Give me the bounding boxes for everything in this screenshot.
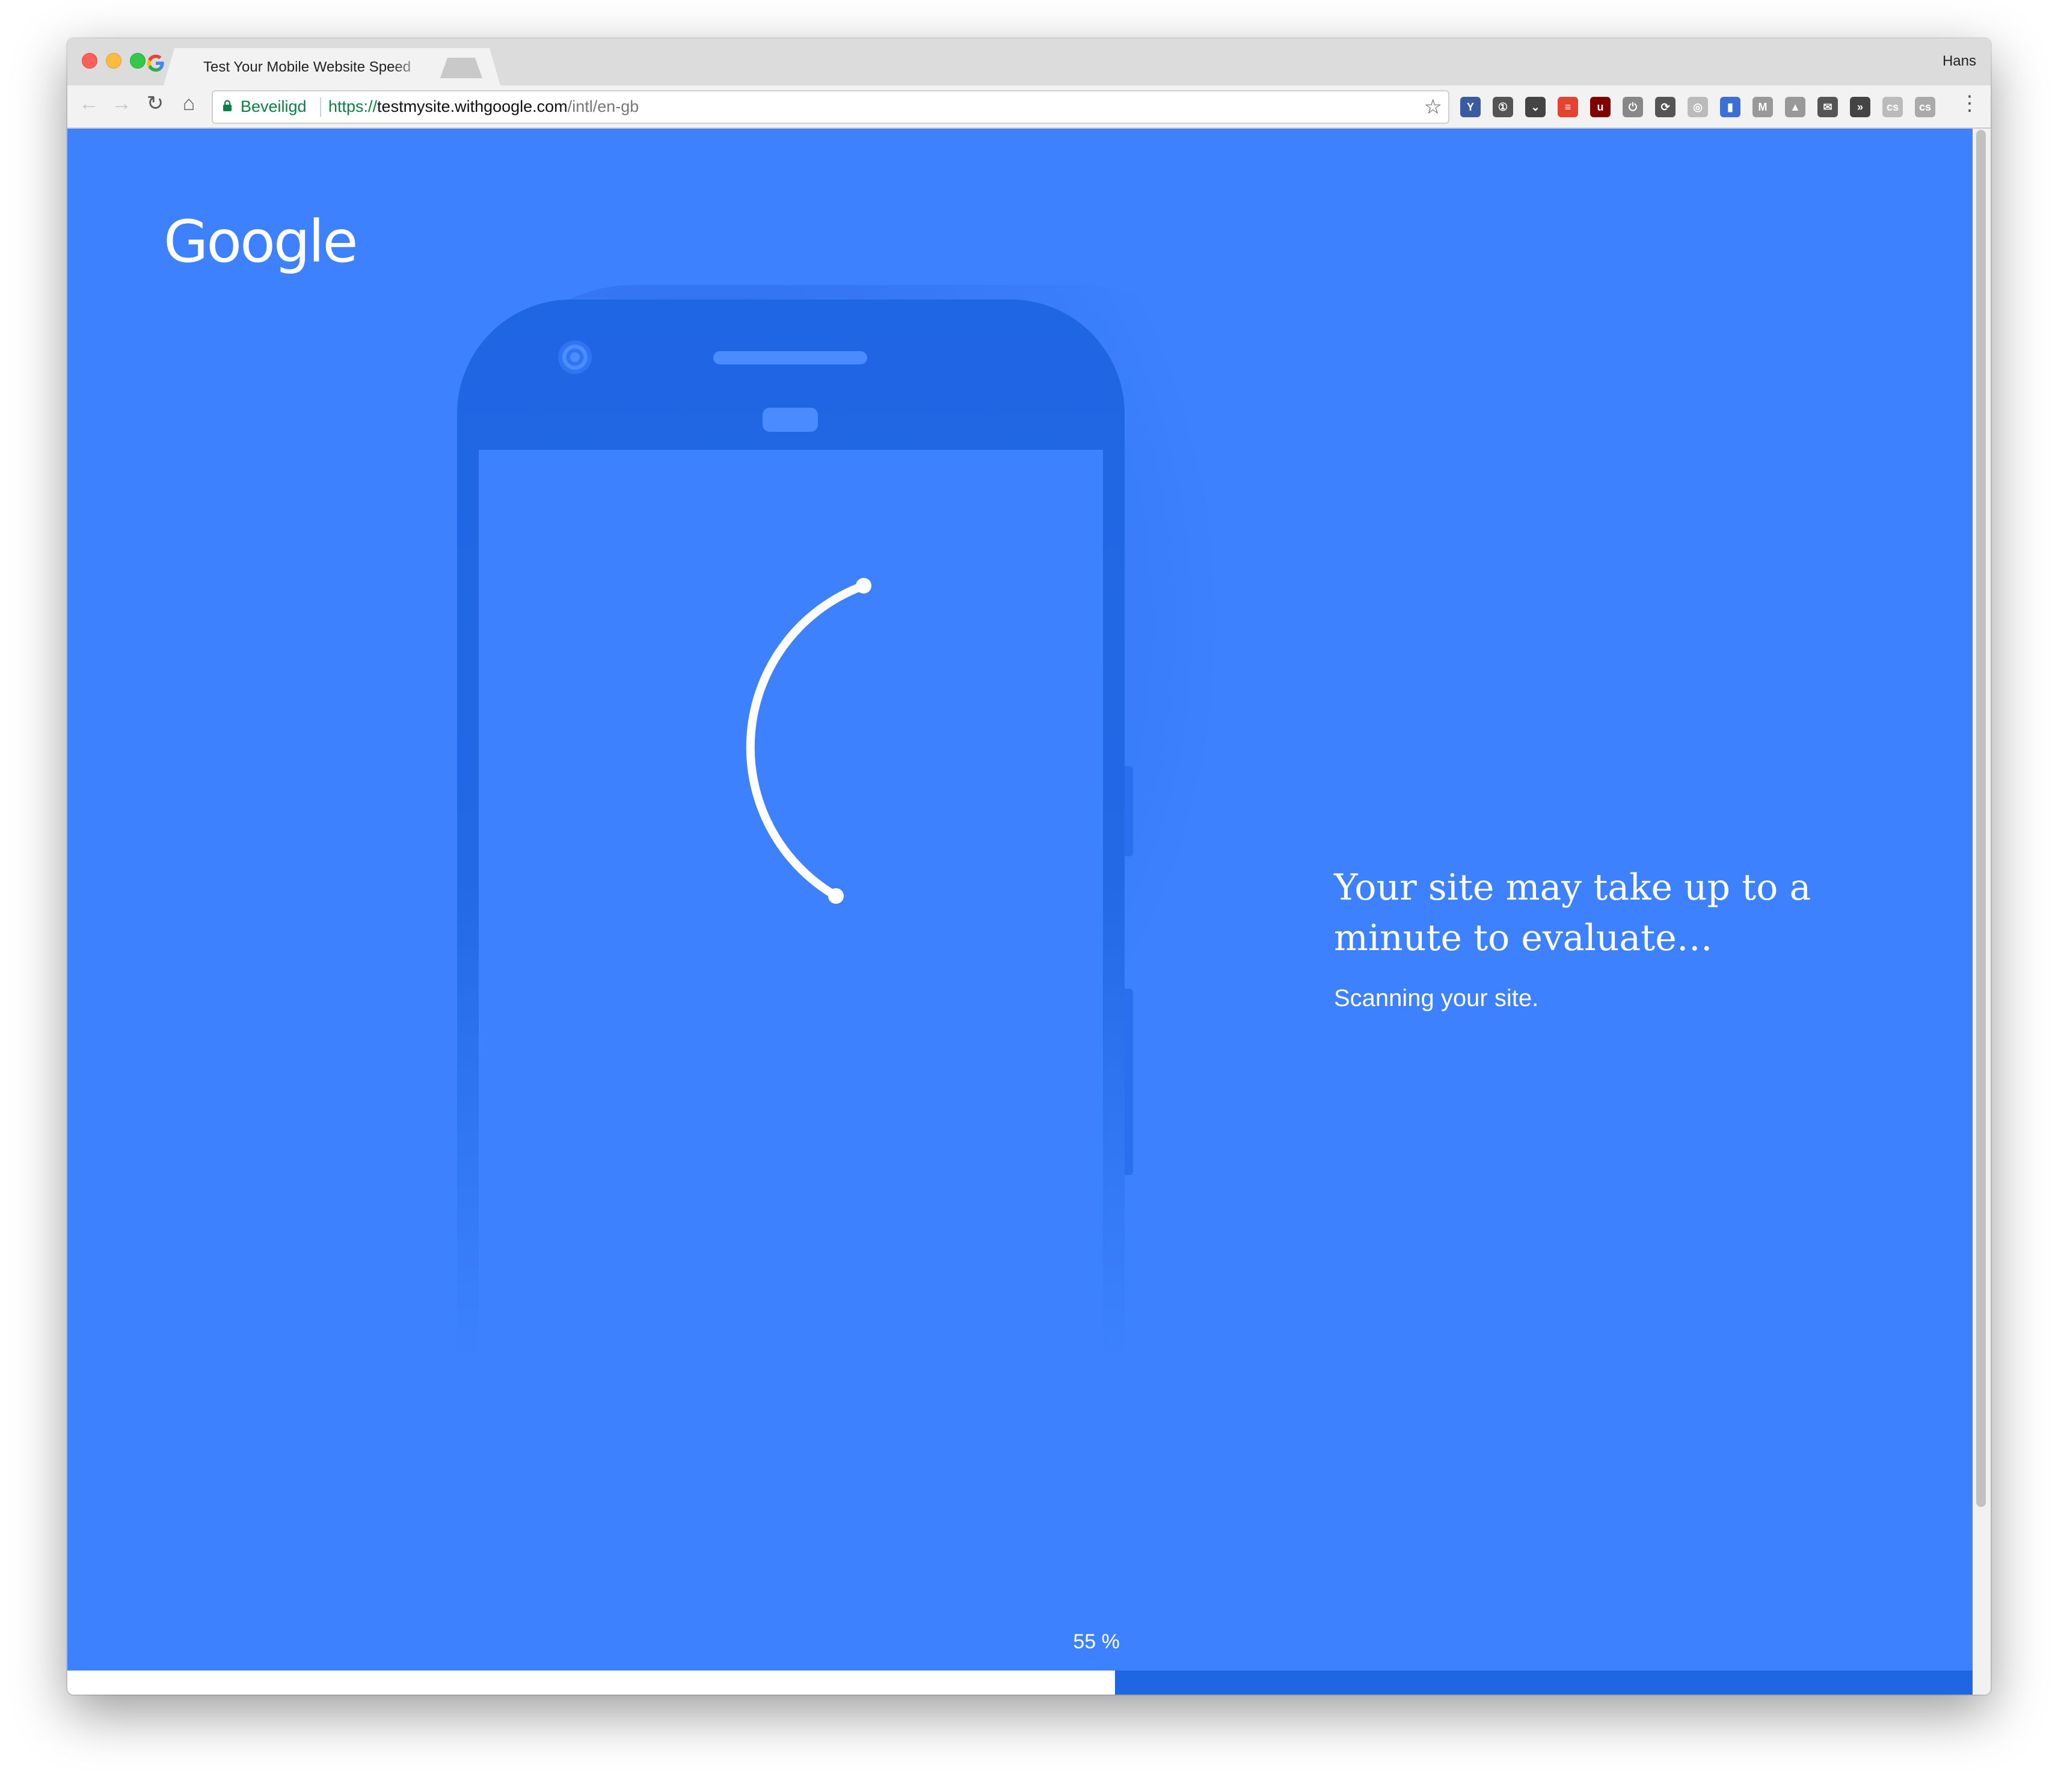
1password-extension-icon[interactable]: ① xyxy=(1493,97,1513,117)
phone-side-button xyxy=(1125,766,1133,856)
profile-name[interactable]: Hans xyxy=(1943,53,1976,70)
cs-extension-icon[interactable]: cs xyxy=(1882,97,1903,117)
browser-window: Test Your Mobile Website Speed × Hans ← … xyxy=(67,38,1991,1695)
star-icon[interactable]: ☆ xyxy=(1424,95,1442,119)
phone-speaker xyxy=(713,351,867,364)
mail-extension-icon[interactable]: ✉ xyxy=(1817,97,1838,117)
loading-heading: Your site may take up to a minute to eva… xyxy=(1334,867,1811,959)
page-content: Google Your site may take up to a minute… xyxy=(67,129,1973,1695)
new-tab-button[interactable] xyxy=(440,58,482,78)
arrow-left-icon[interactable]: ← xyxy=(76,90,102,117)
google-logo: Google xyxy=(164,208,358,275)
phone-camera xyxy=(558,340,592,374)
kebab-menu-icon[interactable]: ⋮ xyxy=(1959,91,1980,115)
phone-side-button xyxy=(1125,989,1133,1175)
drive-extension-icon[interactable]: ▲ xyxy=(1785,97,1805,117)
url-path: /intl/en-gb xyxy=(567,97,639,115)
power-extension-icon[interactable]: ⏻ xyxy=(1623,97,1643,117)
loading-message: Your site may take up to a minute to eva… xyxy=(1334,862,1875,1012)
progress-percent: 55 % xyxy=(1073,1630,1120,1653)
arrow-right-icon[interactable]: → xyxy=(108,90,135,117)
loading-spinner xyxy=(746,578,871,904)
tab-strip: Test Your Mobile Website Speed × Hans xyxy=(67,38,1991,85)
home-icon[interactable]: ⌂ xyxy=(176,90,202,117)
scrollbar-thumb[interactable] xyxy=(1976,130,1986,1507)
progress-fill xyxy=(67,1671,1116,1695)
reload-icon[interactable]: ↻ xyxy=(142,90,168,117)
ublock-extension-icon[interactable]: u xyxy=(1590,97,1611,117)
stripes-extension-icon[interactable]: ▮ xyxy=(1720,97,1740,117)
google-g-icon xyxy=(147,54,164,72)
globe-extension-icon[interactable]: ◎ xyxy=(1688,97,1708,117)
todoist-extension-icon[interactable]: ≡ xyxy=(1558,97,1578,117)
window-minimize-button[interactable] xyxy=(106,53,121,69)
code-extension-icon[interactable]: » xyxy=(1850,97,1870,117)
url-text[interactable]: https://testmysite.withgoogle.com/intl/e… xyxy=(328,97,639,116)
vivaldi-extension-icon[interactable]: Y xyxy=(1460,97,1481,117)
address-bar[interactable]: Beveiligd https://testmysite.withgoogle.… xyxy=(212,90,1449,124)
url-host: testmysite.withgoogle.com xyxy=(377,97,568,115)
secure-label: Beveiligd xyxy=(241,97,307,115)
pocket-extension-icon[interactable]: ⌄ xyxy=(1525,97,1546,117)
progress-bar xyxy=(67,1671,1973,1695)
window-close-button[interactable] xyxy=(82,53,97,69)
sync-extension-icon[interactable]: ⟳ xyxy=(1655,97,1676,117)
phone-sensor xyxy=(763,408,818,432)
scrollbar[interactable] xyxy=(1973,129,1991,1695)
cs-box-extension-icon[interactable]: cs xyxy=(1915,97,1935,117)
browser-toolbar: ← → ↻ ⌂ Beveiligd https://testmysite.wit… xyxy=(67,85,1991,129)
lock-icon xyxy=(223,100,232,111)
markdown-extension-icon[interactable]: M xyxy=(1752,97,1773,117)
extension-bar: Y ① ⌄ ≡ u ⏻ ⟳ ◎ ▮ M ▲ ✉ » cs cs xyxy=(1460,96,1935,118)
url-scheme: https:// xyxy=(328,97,378,115)
window-maximize-button[interactable] xyxy=(130,53,146,69)
loading-status: Scanning your site. xyxy=(1334,985,1539,1011)
tab-title: Test Your Mobile Website Speed xyxy=(203,59,411,75)
omnibox-divider xyxy=(320,97,321,117)
